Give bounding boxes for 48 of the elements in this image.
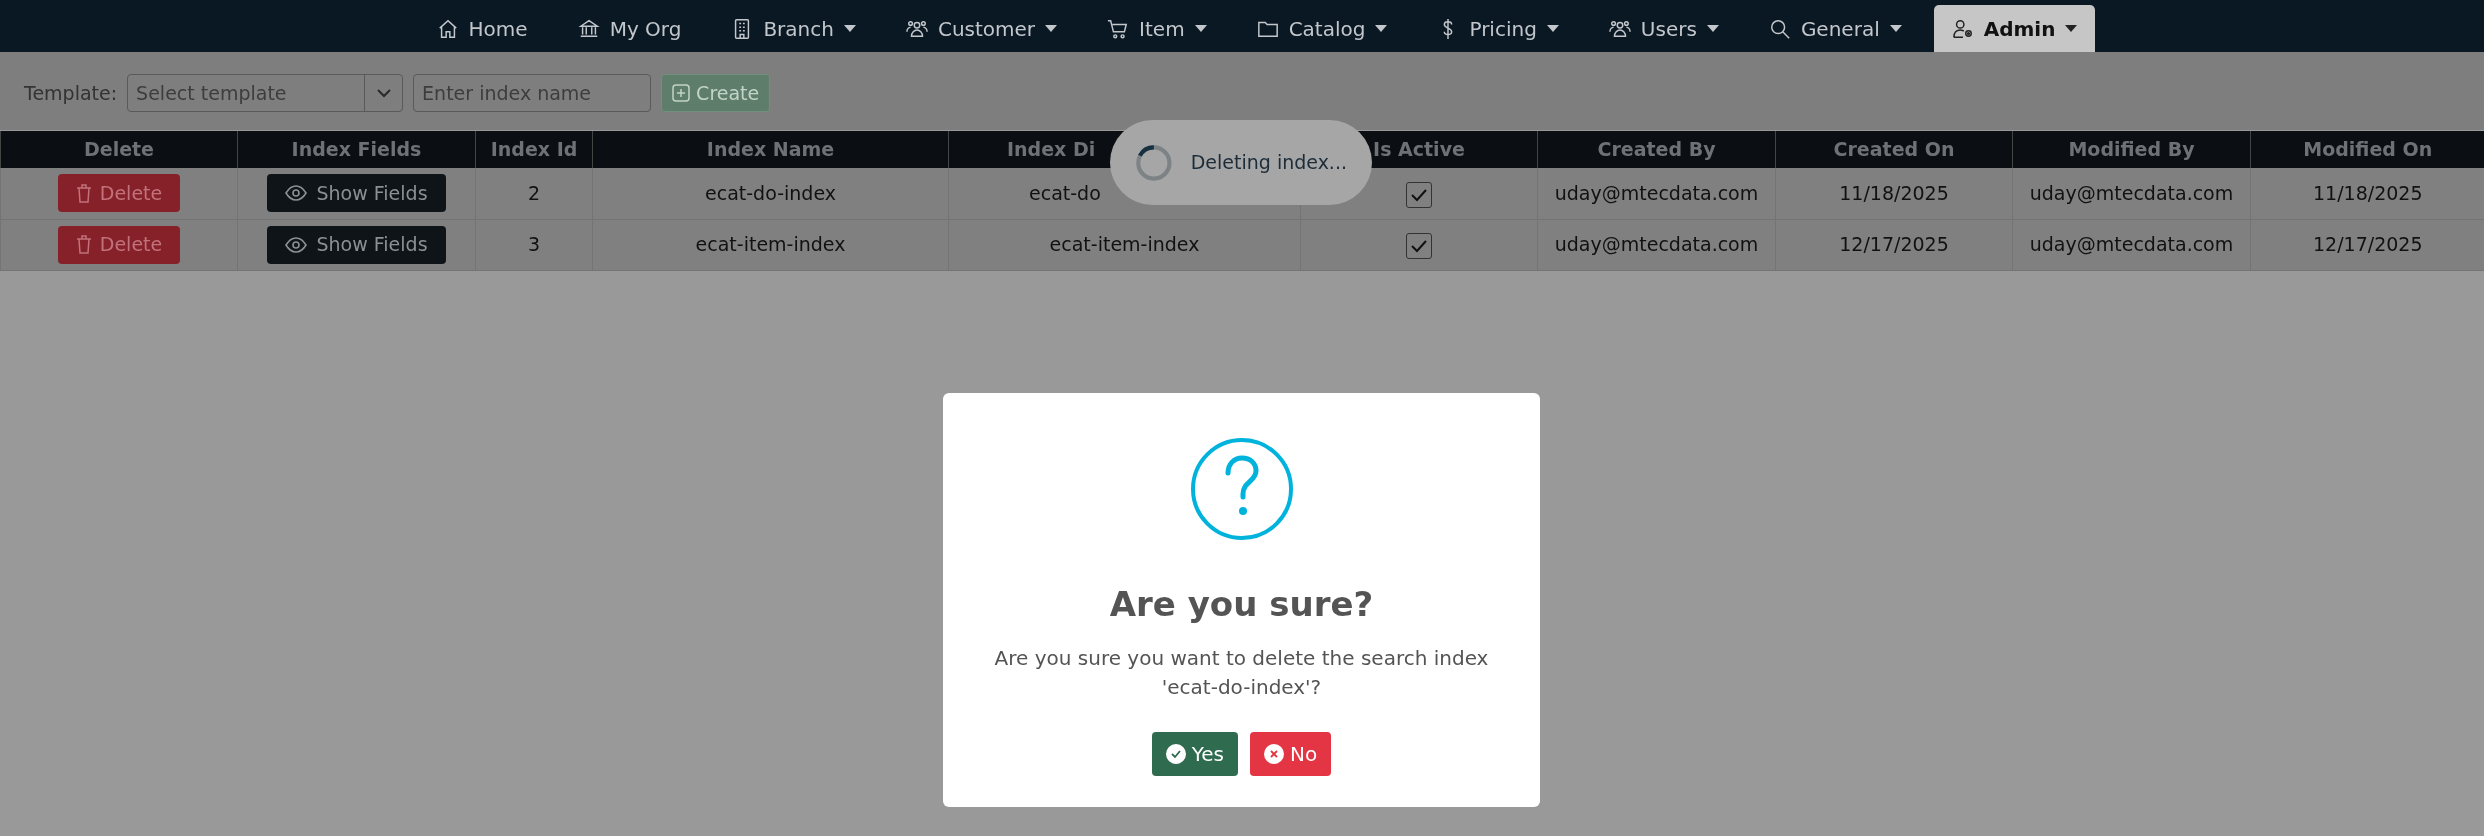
table-cell-text: 12/17/2025 xyxy=(1839,233,1949,256)
table-cell-text: 11/18/2025 xyxy=(2313,182,2423,204)
user-gear-icon xyxy=(1951,17,1974,40)
show-fields-button[interactable]: Show Fields xyxy=(267,225,446,264)
index-name-field[interactable]: Enter index name xyxy=(413,74,652,112)
table-cell-text: uday@mtecdata.com xyxy=(2029,182,2234,204)
bank-icon xyxy=(577,17,600,40)
trash-icon xyxy=(75,235,92,254)
plus-square-icon xyxy=(672,84,691,102)
eye-icon xyxy=(285,236,308,253)
nav-item[interactable]: Item xyxy=(1089,5,1225,52)
table-cell-text: ecat-item-index xyxy=(695,233,846,256)
nav-item[interactable]: Catalog xyxy=(1238,5,1406,52)
template-label: Template: xyxy=(24,80,118,106)
chevron-down-icon xyxy=(375,88,392,98)
table-cell-text: uday@mtecdata.com xyxy=(1554,233,1759,256)
table-cell-text: uday@mtecdata.com xyxy=(2029,233,2234,256)
nav-item[interactable]: My Org xyxy=(559,5,700,52)
dialog-title: Are you sure? xyxy=(1109,583,1374,626)
no-button[interactable]: No xyxy=(1250,732,1332,776)
table-cell-text: 12/17/2025 xyxy=(2313,233,2423,256)
search-icon xyxy=(1768,17,1791,40)
nav-item[interactable]: Users xyxy=(1590,5,1737,52)
table-cell-text: 3 xyxy=(527,233,541,256)
table-cell-text: ecat-do-index xyxy=(705,182,836,204)
table-cell-text: ecat-item-index xyxy=(1049,233,1200,256)
x-circle-icon xyxy=(1264,744,1285,764)
dialog-message: Are you sure you want to delete the search index 'ecat-do-index'? xyxy=(993,645,1490,701)
nav-item[interactable]: Home xyxy=(418,5,546,52)
nav-item[interactable]: Pricing xyxy=(1419,5,1577,52)
check-circle-icon xyxy=(1165,744,1186,764)
table-cell-text: uday@mtecdata.com xyxy=(1554,182,1759,204)
checkbox[interactable] xyxy=(1406,181,1432,208)
eye-icon xyxy=(285,185,308,202)
table-cell-text: 11/18/2025 xyxy=(1839,182,1949,204)
table-cell-text: ecat-do xyxy=(1029,182,1101,204)
checkbox[interactable] xyxy=(1406,232,1432,259)
show-fields-button[interactable]: Show Fields xyxy=(267,174,446,213)
nav-item[interactable]: Customer xyxy=(887,5,1076,52)
trash-icon xyxy=(75,183,92,203)
nav-item[interactable]: Branch xyxy=(713,5,874,52)
question-icon xyxy=(1189,437,1294,541)
nav-item[interactable]: General xyxy=(1750,5,1920,52)
cart-icon xyxy=(1107,17,1130,40)
home-icon xyxy=(436,17,459,40)
table-cell-text: 2 xyxy=(527,182,541,204)
nav-item[interactable]: Admin xyxy=(1933,5,2096,52)
yes-button[interactable]: Yes xyxy=(1151,732,1239,776)
